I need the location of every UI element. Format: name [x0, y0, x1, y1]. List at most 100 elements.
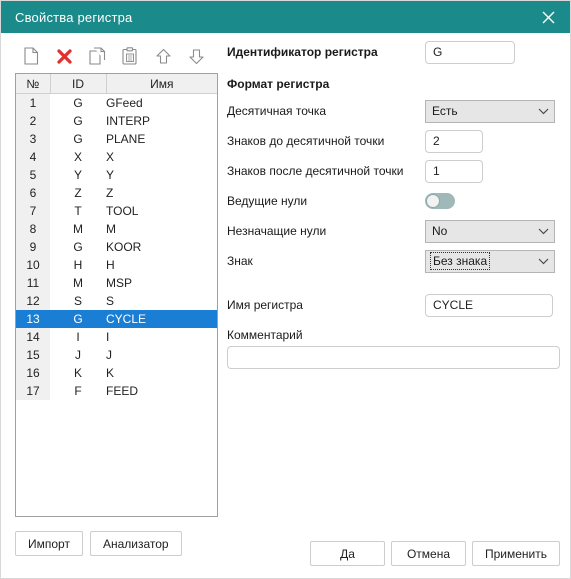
row-name: K: [106, 366, 115, 380]
comment-input[interactable]: [227, 346, 560, 369]
list-toolbar: [15, 39, 218, 73]
window-title: Свойства регистра: [15, 9, 133, 25]
row-number: 1: [16, 93, 50, 112]
row-number: 3: [16, 130, 50, 148]
delete-button[interactable]: [54, 45, 74, 67]
table-row[interactable]: 15 J J: [16, 346, 217, 364]
table-row[interactable]: 11 M MSP: [16, 274, 217, 292]
move-up-button[interactable]: [153, 45, 173, 67]
table-row[interactable]: 2 G INTERP: [16, 112, 217, 130]
row-id: H: [73, 258, 83, 272]
row-name: S: [106, 294, 115, 308]
row-id: I: [76, 330, 80, 344]
row-number: 8: [16, 220, 50, 238]
row-number: 7: [16, 202, 50, 220]
digits-before-label: Знаков до десятичной точки: [227, 134, 385, 148]
leading-zeros-toggle[interactable]: [425, 193, 455, 209]
ok-button[interactable]: Да: [309, 541, 385, 566]
table-row[interactable]: 14 I I: [16, 328, 217, 346]
row-name: H: [106, 258, 115, 272]
dialog-body: № ID Имя 1 G GFeed 2 G INTERP 3 G PLANE 4 X X 5 Y Y 6 Z Z…: [1, 33, 570, 578]
row-id: G: [50, 310, 106, 328]
identifier-label: Идентификатор регистра: [227, 45, 378, 59]
analyzer-button[interactable]: Анализатор: [89, 531, 182, 556]
chevron-down-icon: [538, 108, 549, 115]
row-name: X: [106, 150, 115, 164]
row-number: 11: [16, 274, 50, 292]
left-panel: № ID Имя 1 G GFeed 2 G INTERP 3 G PLANE 4 X X 5 Y Y 6 Z Z…: [15, 39, 218, 556]
field-row-sign: Знак Без знака: [227, 248, 560, 274]
identifier-input[interactable]: [425, 40, 515, 64]
row-number: 2: [16, 112, 50, 130]
field-row-digits-before: Знаков до десятичной точки: [227, 128, 560, 154]
table-row[interactable]: 16 K K: [16, 364, 217, 382]
cancel-button[interactable]: Отмена: [390, 541, 466, 566]
delete-icon: [56, 48, 73, 65]
field-row-trailing-zeros: Незначащие нули No: [227, 218, 560, 244]
row-number: 6: [16, 184, 50, 202]
table-row[interactable]: 3 G PLANE: [16, 130, 217, 148]
column-header-id[interactable]: ID: [50, 74, 107, 94]
apply-button[interactable]: Применить: [471, 541, 560, 566]
decimal-point-value: Есть: [432, 104, 458, 118]
row-number: 9: [16, 238, 50, 256]
digits-after-input[interactable]: [425, 159, 483, 183]
register-name-input[interactable]: [425, 293, 553, 317]
row-number: 5: [16, 166, 50, 184]
trailing-zeros-select[interactable]: No: [425, 219, 555, 243]
digits-before-input[interactable]: [425, 129, 483, 153]
import-button[interactable]: Импорт: [15, 531, 83, 556]
row-id: J: [75, 348, 81, 362]
row-id: M: [73, 276, 83, 290]
row-number: 14: [16, 328, 50, 346]
column-header-name[interactable]: Имя: [106, 74, 217, 94]
move-up-icon: [155, 48, 172, 65]
table-row[interactable]: 1 G GFeed: [16, 93, 217, 112]
row-id: S: [73, 294, 82, 308]
table-row[interactable]: 7 T TOOL: [16, 202, 217, 220]
field-row-digits-after: Знаков после десятичной точки: [227, 158, 560, 184]
paste-icon: [122, 47, 138, 65]
table-row[interactable]: 8 M M: [16, 220, 217, 238]
row-name: M: [106, 222, 116, 236]
move-down-button[interactable]: [186, 45, 206, 67]
row-number: 12: [16, 292, 50, 310]
row-id: Y: [73, 168, 82, 182]
trailing-zeros-value: No: [432, 224, 448, 238]
table-row[interactable]: 6 Z Z: [16, 184, 217, 202]
trailing-zeros-label: Незначащие нули: [227, 224, 327, 238]
toggle-knob: [426, 194, 440, 208]
table-row[interactable]: 10 H H: [16, 256, 217, 274]
field-row-register-name: Имя регистра: [227, 292, 560, 318]
row-id: M: [73, 222, 83, 236]
row-id: F: [74, 384, 82, 398]
paste-button[interactable]: [120, 45, 140, 67]
row-number: 10: [16, 256, 50, 274]
close-button[interactable]: [526, 1, 570, 33]
row-id: X: [73, 150, 82, 164]
row-name: PLANE: [106, 132, 146, 146]
row-name: MSP: [106, 276, 133, 290]
table-row[interactable]: 5 Y Y: [16, 166, 217, 184]
table-row[interactable]: 13 G CYCLE: [16, 310, 217, 328]
row-id: G: [73, 114, 83, 128]
row-number: 15: [16, 346, 50, 364]
register-name-label: Имя регистра: [227, 298, 303, 312]
row-name: Z: [106, 186, 114, 200]
table-row[interactable]: 12 S S: [16, 292, 217, 310]
table-row[interactable]: 9 G KOOR: [16, 238, 217, 256]
title-bar: Свойства регистра: [1, 1, 570, 33]
table-row[interactable]: 17 F FEED: [16, 382, 217, 400]
copy-button[interactable]: [87, 45, 107, 67]
new-document-button[interactable]: [21, 45, 41, 67]
digits-after-label: Знаков после десятичной точки: [227, 164, 404, 178]
table-row[interactable]: 4 X X: [16, 148, 217, 166]
sign-select[interactable]: Без знака: [425, 249, 555, 273]
column-header-number[interactable]: №: [16, 74, 51, 94]
decimal-point-select[interactable]: Есть: [425, 99, 555, 123]
properties-panel: Идентификатор регистра Формат регистра Д…: [227, 39, 560, 369]
row-name: I: [106, 330, 110, 344]
register-list[interactable]: № ID Имя 1 G GFeed 2 G INTERP 3 G PLANE 4 X X 5 Y Y 6 Z Z…: [15, 73, 218, 517]
register-table: № ID Имя 1 G GFeed 2 G INTERP 3 G PLANE 4 X X 5 Y Y 6 Z Z…: [16, 74, 217, 400]
dialog-action-buttons: Да Отмена Применить: [309, 541, 560, 566]
